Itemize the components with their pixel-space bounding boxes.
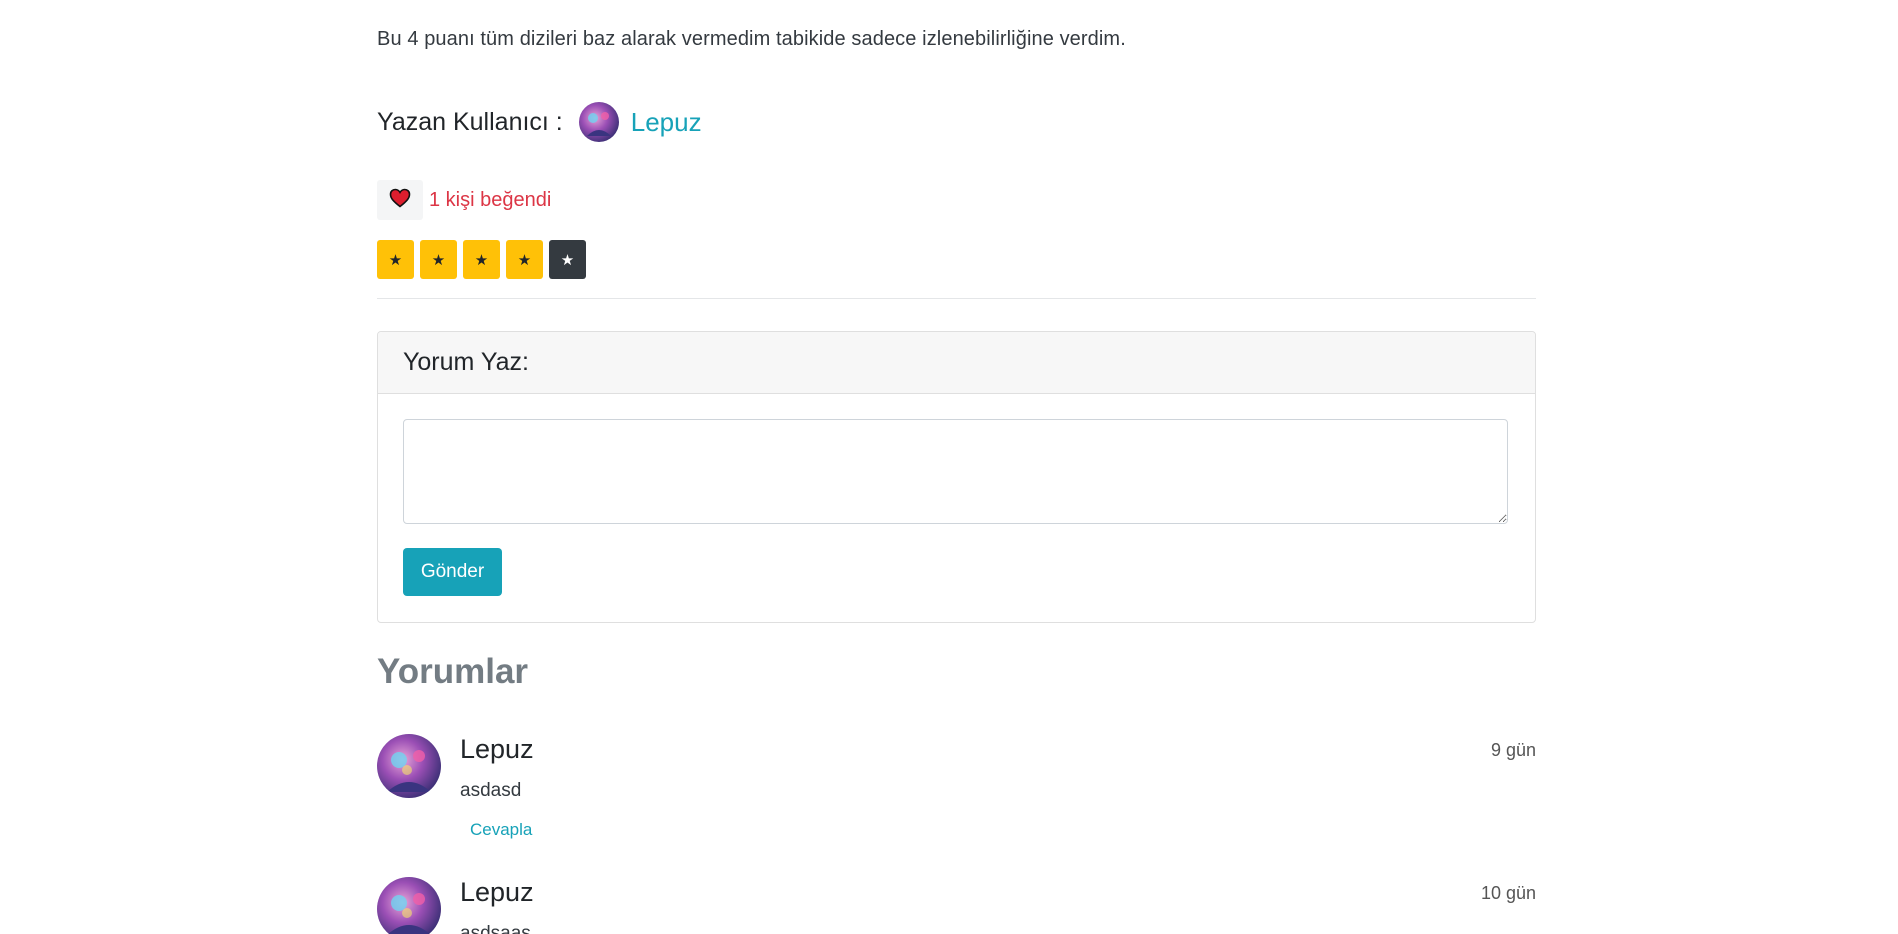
comment-body: asdsaas	[460, 923, 531, 934]
divider	[377, 298, 1536, 299]
author-row: Yazan Kullanıcı : Lepuz	[377, 101, 702, 143]
heart-icon	[389, 188, 411, 213]
comment-body: asdasd	[460, 780, 522, 801]
like-row: 1 kişi beğendi	[377, 180, 551, 220]
star-rating: ★ ★ ★ ★ ★	[377, 240, 592, 279]
author-avatar[interactable]	[578, 102, 619, 142]
comment-form-title: Yorum Yaz:	[378, 332, 1535, 394]
comment-avatar[interactable]	[377, 734, 441, 798]
reply-link[interactable]: Cevapla	[470, 820, 532, 840]
star-filled-icon[interactable]: ★	[420, 240, 457, 279]
like-button[interactable]	[377, 180, 423, 220]
comment-avatar[interactable]	[377, 877, 441, 934]
star-filled-icon[interactable]: ★	[506, 240, 543, 279]
star-filled-icon[interactable]: ★	[377, 240, 414, 279]
comment-time: 9 gün	[1490, 740, 1536, 760]
like-count: 1 kişi beğendi	[429, 188, 552, 211]
comment-textarea[interactable]	[403, 419, 1508, 524]
comment-author[interactable]: Lepuz	[460, 734, 534, 765]
comment-time: 10 gün	[1480, 883, 1536, 903]
submit-button[interactable]: Gönder	[403, 548, 502, 596]
comment-form-card: Yorum Yaz: Gönder	[377, 331, 1536, 623]
comment-author[interactable]: Lepuz	[460, 877, 534, 908]
star-empty-icon[interactable]: ★	[549, 240, 586, 279]
review-text: Bu 4 puanı tüm dizileri baz alarak verme…	[377, 28, 1126, 50]
page: Bu 4 puanı tüm dizileri baz alarak verme…	[0, 0, 1898, 934]
author-label: Yazan Kullanıcı :	[377, 107, 563, 136]
star-filled-icon[interactable]: ★	[463, 240, 500, 279]
comments-title: Yorumlar	[377, 652, 529, 691]
author-link[interactable]: Lepuz	[631, 107, 702, 138]
